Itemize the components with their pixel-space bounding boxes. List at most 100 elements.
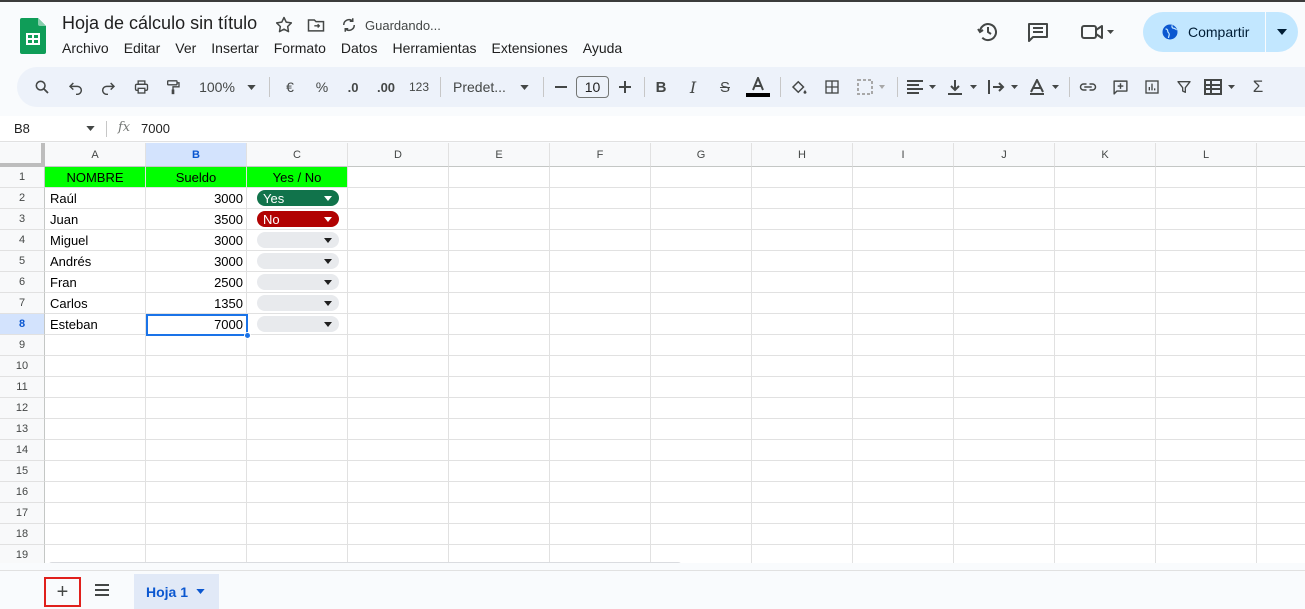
row-header-1[interactable]: 1 <box>0 167 45 188</box>
menu-ver[interactable]: Ver <box>175 40 196 56</box>
dropdown-chip-empty[interactable] <box>257 253 339 269</box>
row-header-4[interactable]: 4 <box>0 230 45 251</box>
row-header-13[interactable]: 13 <box>0 419 45 440</box>
name-box[interactable]: B8 <box>14 121 30 136</box>
horizontal-align-icon[interactable] <box>904 67 940 107</box>
dropdown-chip-no[interactable]: No <box>257 211 339 227</box>
currency-format-button[interactable]: € <box>279 67 301 107</box>
dropdown-chip-empty[interactable] <box>257 316 339 332</box>
horizontal-scrollbar[interactable] <box>48 562 682 563</box>
font-caret-icon[interactable] <box>517 67 531 107</box>
bold-icon[interactable]: B <box>650 67 672 107</box>
cell-name[interactable]: Carlos <box>47 293 144 314</box>
row-header-10[interactable]: 10 <box>0 356 45 377</box>
cell-salary[interactable]: 3500 <box>146 209 246 230</box>
cell-name[interactable]: Miguel <box>47 230 144 251</box>
undo-icon[interactable] <box>65 67 87 107</box>
text-wrapping-icon[interactable] <box>986 67 1022 107</box>
cell-salary[interactable]: 3000 <box>146 251 246 272</box>
cell-salary[interactable]: 3000 <box>146 188 246 209</box>
row-header-3[interactable]: 3 <box>0 209 45 230</box>
row-header-12[interactable]: 12 <box>0 398 45 419</box>
all-sheets-menu-icon[interactable] <box>92 580 112 600</box>
insert-comment-icon[interactable] <box>1108 67 1132 107</box>
column-header-c[interactable]: C <box>247 143 348 167</box>
menu-editar[interactable]: Editar <box>124 40 161 56</box>
text-color-icon[interactable] <box>746 67 770 107</box>
formula-input[interactable]: 7000 <box>141 121 170 136</box>
comments-icon[interactable] <box>1026 20 1050 44</box>
borders-icon[interactable] <box>821 67 843 107</box>
menu-herramientas[interactable]: Herramientas <box>392 40 476 56</box>
row-header-9[interactable]: 9 <box>0 335 45 356</box>
dropdown-chip-empty[interactable] <box>257 295 339 311</box>
row-header-19[interactable]: 19 <box>0 545 45 563</box>
print-icon[interactable] <box>130 67 152 107</box>
fill-color-icon[interactable] <box>787 67 811 107</box>
column-header-b[interactable]: B <box>146 143 247 167</box>
cell-name[interactable]: Esteban <box>47 314 144 335</box>
menu-ayuda[interactable]: Ayuda <box>583 40 622 56</box>
vertical-align-icon[interactable] <box>945 67 981 107</box>
strikethrough-icon[interactable]: S <box>714 67 736 107</box>
column-header-a[interactable]: A <box>45 143 146 167</box>
dropdown-chip-yes[interactable]: Yes <box>257 190 339 206</box>
column-header-i[interactable]: I <box>853 143 954 167</box>
column-header-f[interactable]: F <box>550 143 651 167</box>
name-box-caret-icon[interactable] <box>86 126 95 131</box>
version-history-icon[interactable] <box>976 20 1000 44</box>
sheet-tab-caret-icon[interactable] <box>196 589 205 594</box>
column-header-l[interactable]: L <box>1156 143 1257 167</box>
increase-decimal-button[interactable]: .00 <box>372 67 400 107</box>
merge-cells-icon[interactable] <box>855 67 889 107</box>
share-button[interactable]: Compartir <box>1143 12 1298 52</box>
increase-font-size-icon[interactable] <box>616 67 634 107</box>
redo-icon[interactable] <box>97 67 119 107</box>
search-menus-icon[interactable] <box>31 67 53 107</box>
select-all-corner[interactable] <box>0 143 45 167</box>
move-folder-icon[interactable] <box>306 15 326 35</box>
menu-archivo[interactable]: Archivo <box>62 40 109 56</box>
percent-format-button[interactable]: % <box>311 67 333 107</box>
cell-name[interactable]: Juan <box>47 209 144 230</box>
row-header-8[interactable]: 8 <box>0 314 45 335</box>
dropdown-chip-empty[interactable] <box>257 232 339 248</box>
cell-name[interactable]: Raúl <box>47 188 144 209</box>
column-header-g[interactable]: G <box>651 143 752 167</box>
menu-extensiones[interactable]: Extensiones <box>491 40 567 56</box>
meet-icon[interactable] <box>1080 22 1116 42</box>
zoom-caret-icon[interactable] <box>244 67 258 107</box>
row-header-16[interactable]: 16 <box>0 482 45 503</box>
column-header-k[interactable]: K <box>1055 143 1156 167</box>
font-family-select[interactable]: Predet... <box>453 67 509 107</box>
row-header-5[interactable]: 5 <box>0 251 45 272</box>
insert-link-icon[interactable] <box>1076 67 1100 107</box>
more-formats-button[interactable]: 123 <box>406 67 432 107</box>
row-header-11[interactable]: 11 <box>0 377 45 398</box>
zoom-select[interactable]: 100% <box>195 67 239 107</box>
row-header-14[interactable]: 14 <box>0 440 45 461</box>
cell-name[interactable]: Andrés <box>47 251 144 272</box>
add-sheet-button[interactable]: + <box>44 577 81 607</box>
sheet-tab-hoja-1[interactable]: Hoja 1 <box>134 574 219 609</box>
column-header-m[interactable] <box>1257 143 1305 167</box>
sheets-logo-icon[interactable] <box>20 18 46 54</box>
font-size-input[interactable]: 10 <box>576 76 609 98</box>
header-sueldo[interactable]: Sueldo <box>146 167 246 187</box>
document-title[interactable]: Hoja de cálculo sin título <box>62 13 257 34</box>
share-dropdown[interactable] <box>1266 12 1298 52</box>
insert-chart-icon[interactable] <box>1140 67 1164 107</box>
row-header-17[interactable]: 17 <box>0 503 45 524</box>
filter-views-icon[interactable] <box>1203 67 1239 107</box>
dropdown-chip-empty[interactable] <box>257 274 339 290</box>
header-nombre[interactable]: NOMBRE <box>45 167 145 187</box>
filter-icon[interactable] <box>1172 67 1196 107</box>
column-header-d[interactable]: D <box>348 143 449 167</box>
row-header-15[interactable]: 15 <box>0 461 45 482</box>
functions-icon[interactable]: Σ <box>1247 67 1269 107</box>
cell-salary[interactable]: 3000 <box>146 230 246 251</box>
cell-name[interactable]: Fran <box>47 272 144 293</box>
share-main[interactable]: Compartir <box>1143 12 1266 52</box>
fill-handle[interactable] <box>244 332 251 339</box>
decrease-font-size-icon[interactable] <box>552 67 570 107</box>
